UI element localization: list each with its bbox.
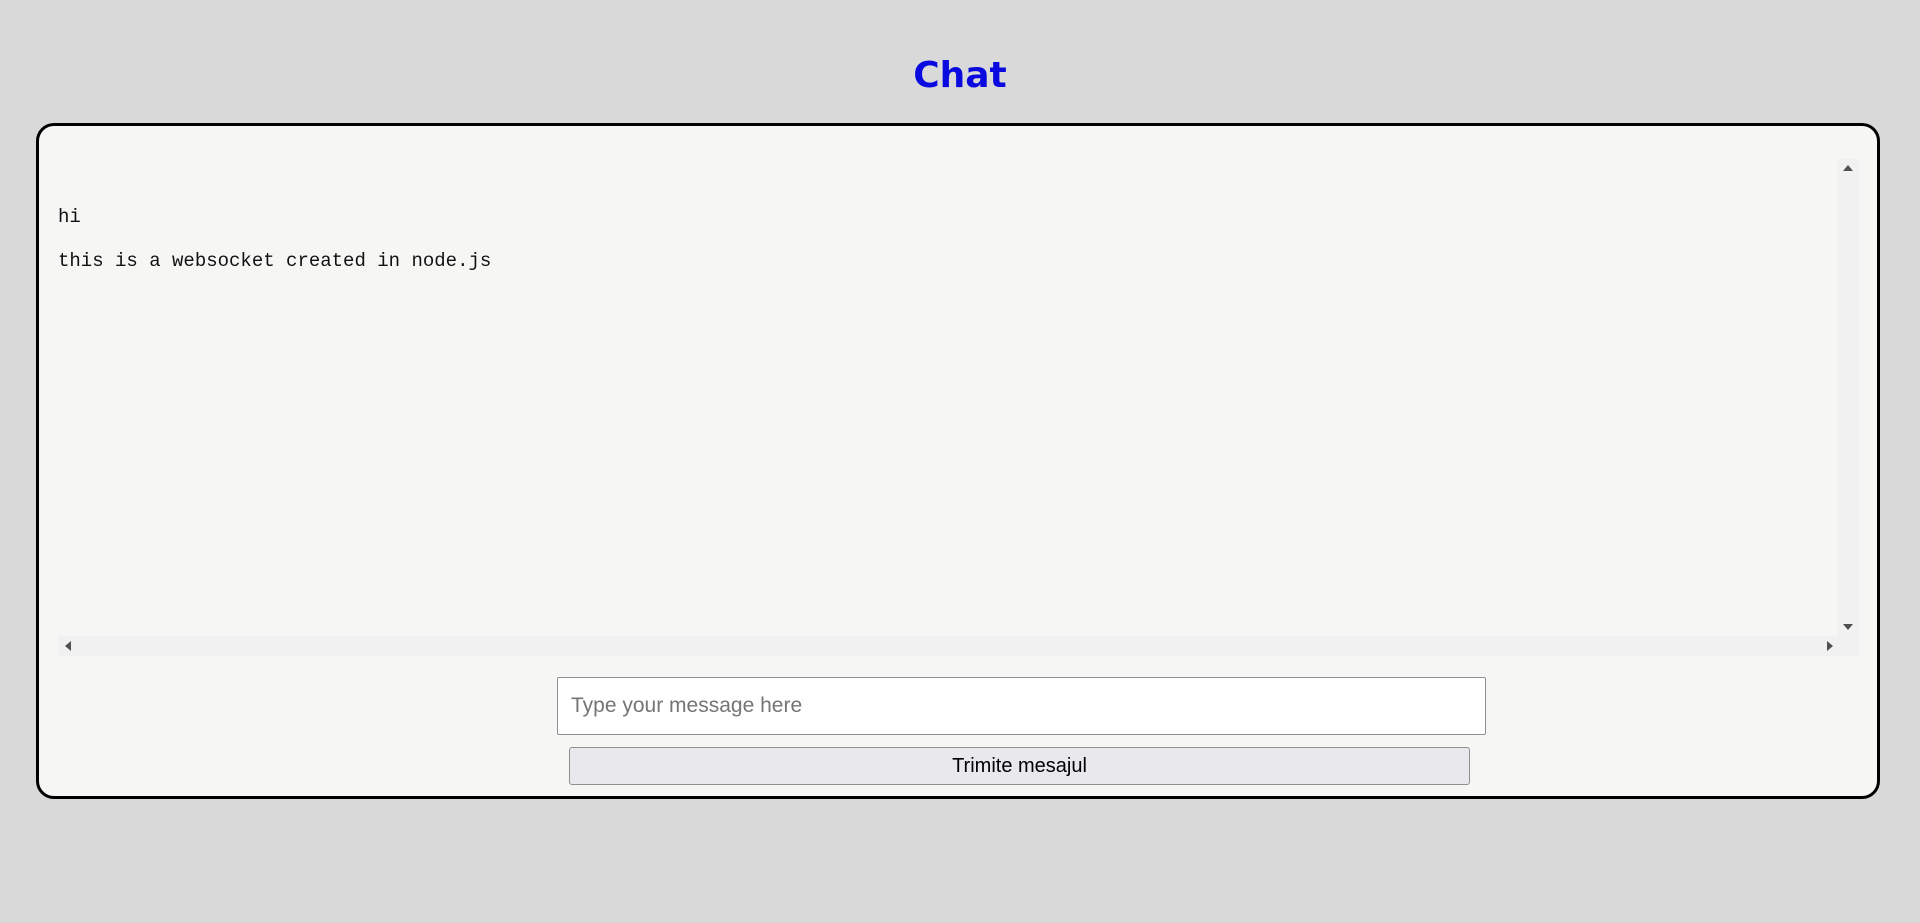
chevron-up-icon[interactable] bbox=[1843, 165, 1853, 171]
messages-list: hi this is a websocket created in node.j… bbox=[58, 159, 1839, 636]
chat-message: this is a websocket created in node.js bbox=[58, 250, 492, 272]
page-title: Chat bbox=[913, 55, 1007, 96]
message-input[interactable] bbox=[557, 677, 1486, 735]
chevron-right-icon[interactable] bbox=[1827, 641, 1833, 651]
chat-message: hi bbox=[58, 206, 81, 228]
chat-panel: hi this is a websocket created in node.j… bbox=[36, 123, 1880, 799]
send-button[interactable]: Trimite mesajul bbox=[569, 747, 1470, 785]
vertical-scrollbar[interactable] bbox=[1838, 159, 1859, 636]
chevron-left-icon[interactable] bbox=[65, 641, 71, 651]
horizontal-scrollbar[interactable] bbox=[58, 636, 1859, 656]
messages-area[interactable]: hi this is a websocket created in node.j… bbox=[58, 159, 1859, 656]
chevron-down-icon[interactable] bbox=[1843, 624, 1853, 630]
